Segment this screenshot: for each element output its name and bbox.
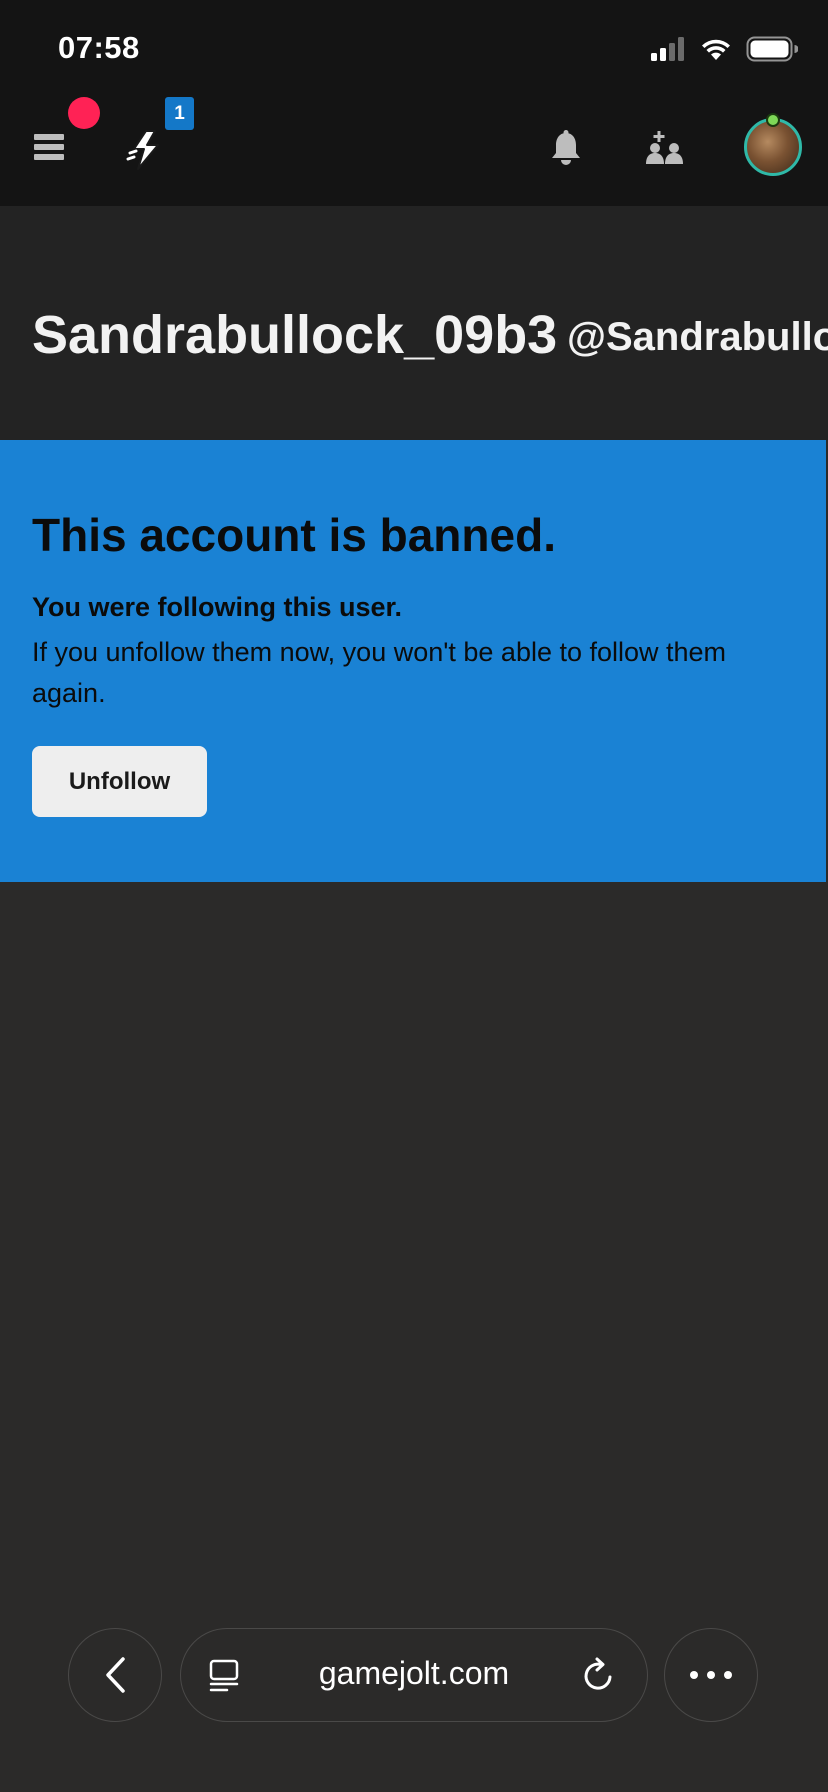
- notification-dot: [68, 97, 100, 129]
- avatar-status-icon: [766, 113, 780, 127]
- status-time: 07:58: [58, 30, 140, 65]
- reload-icon[interactable]: [581, 1656, 617, 1694]
- status-icons: [650, 34, 798, 64]
- url-text[interactable]: gamejolt.com: [181, 1655, 647, 1692]
- activity-badge: 1: [165, 97, 194, 130]
- unfollow-button[interactable]: Unfollow: [32, 746, 207, 817]
- banned-body-text: If you unfollow them now, you won't be a…: [32, 637, 727, 708]
- browser-back-button[interactable]: [68, 1628, 162, 1722]
- profile-display-name: Sandrabullock_09b3: [32, 305, 558, 365]
- banned-notice: This account is banned. You were followi…: [0, 440, 826, 882]
- chevron-left-icon: [106, 1657, 125, 1693]
- browser-more-button[interactable]: [664, 1628, 758, 1722]
- menu-icon[interactable]: [34, 132, 66, 162]
- cellular-signal-icon: [651, 37, 684, 61]
- banned-title: This account is banned.: [32, 509, 556, 561]
- profile-handle: @Sandrabullock: [567, 315, 828, 359]
- activity-icon[interactable]: [126, 129, 166, 173]
- banned-subtitle: You were following this user.: [32, 592, 403, 622]
- url-bar[interactable]: gamejolt.com: [180, 1628, 648, 1722]
- battery-icon: [746, 36, 798, 62]
- wifi-icon: [702, 39, 730, 60]
- profile-header: Sandrabullock_09b3 @Sandrabullock: [0, 206, 828, 440]
- bell-icon[interactable]: [548, 130, 584, 166]
- more-icon: [690, 1671, 732, 1679]
- friends-icon[interactable]: [646, 131, 684, 165]
- top-bar: 07:58 1: [0, 0, 828, 206]
